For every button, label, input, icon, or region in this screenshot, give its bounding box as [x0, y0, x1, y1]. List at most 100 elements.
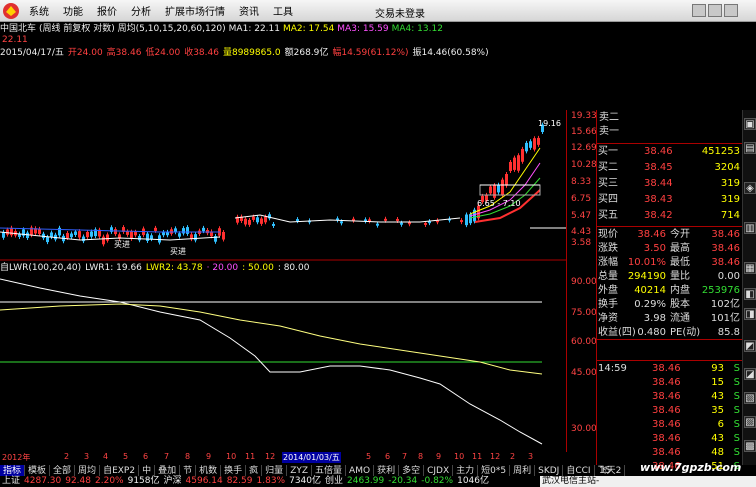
trade-row: 38.46 6 S — [652, 419, 740, 430]
bid-row[interactable]: 买二 38.45 3204 — [596, 161, 742, 175]
cy-amount: 1046亿 — [457, 476, 489, 486]
toolbar-icon[interactable]: ▥ — [744, 222, 756, 234]
lwr-80: : 80.00 — [277, 263, 310, 273]
trade-row: 38.46 15 S — [652, 377, 740, 388]
quote-row: 涨跌 3.50 最高 38.46 — [598, 243, 740, 254]
ma4-value: MA4: 13.12 — [391, 24, 443, 34]
x-tick: 11 — [245, 452, 256, 461]
price-tick: 10.28 — [571, 160, 597, 170]
price-axis: 19.33 15.66 12.69 10.28 8.33 6.75 5.47 4… — [566, 110, 597, 452]
box-label: 6.65 - 7.10 — [477, 199, 521, 208]
toolbar-icon[interactable]: ◩ — [744, 340, 756, 352]
login-status[interactable]: 交易未登录 — [375, 5, 425, 20]
toolbar-icon[interactable]: ◪ — [744, 368, 756, 380]
lwr-tick: 90.00 — [571, 277, 597, 287]
sh-value: 4287.30 — [24, 476, 62, 486]
menu-system[interactable]: 系统 — [22, 3, 56, 18]
toolbar-icon[interactable]: ◨ — [744, 308, 756, 320]
x-tick: 11 — [472, 452, 483, 461]
menu-function[interactable]: 功能 — [56, 3, 90, 18]
close-button[interactable] — [724, 4, 738, 17]
lwr-header: 自LWR(100,20,40) LWR1: 19.66 LWR2: 43.78 … — [0, 262, 309, 275]
toolbar-icon[interactable]: ◧ — [744, 288, 756, 300]
menu-quote[interactable]: 报价 — [90, 3, 124, 18]
bid-row[interactable]: 买一 38.46 451253 — [596, 145, 742, 159]
trade-row: 38.46 48 S — [652, 447, 740, 458]
chart-params[interactable]: (周线 前复权 对数) 周均(5,10,15,20,60,120) — [39, 23, 226, 36]
time-axis: 2012年 2 3 4 5 6 7 8 9 10 11 12 2014/01/0… — [0, 451, 566, 465]
bar-close: 收38.46 — [184, 48, 219, 58]
toolbar-icon[interactable]: ▦ — [744, 262, 756, 274]
sh-change: 92.48 — [65, 476, 91, 486]
bid-row[interactable]: 买三 38.44 319 — [596, 177, 742, 191]
ask-row[interactable]: 卖二 — [597, 111, 743, 125]
lwr-tick: 60.00 — [571, 337, 597, 347]
bar-info: 2015/04/17/五 开24.00 高38.46 低24.00 收38.46… — [0, 47, 600, 60]
x-tick: 8 — [418, 452, 424, 461]
index-ticker: 上证 4287.30 92.48 2.20% 9158亿 沪深 4596.14 … — [0, 476, 540, 487]
price-tick: 15.66 — [571, 127, 597, 137]
lwr2-value: LWR2: 43.78 — [145, 263, 203, 273]
lwr1-value: LWR1: 19.66 — [85, 263, 142, 273]
minimize-button[interactable] — [692, 4, 706, 17]
bar-volume: 量8989865.0 — [222, 48, 281, 58]
bar-amount: 额268.9亿 — [284, 48, 329, 58]
x-tick: 6 — [143, 452, 149, 461]
price-tick: 6.75 — [571, 194, 592, 204]
x-tick: 7 — [402, 452, 408, 461]
lwr-title[interactable]: 自LWR(100,20,40) — [0, 262, 81, 275]
buy-signal-1: 买进 — [114, 240, 130, 249]
toolbar-icon[interactable]: ▩ — [744, 440, 756, 452]
lwr-tick: 75.00 — [571, 308, 597, 318]
quote-row: 收益(四) 0.480 PE(动) 85.8 — [598, 327, 740, 338]
price-tick: 4.43 — [571, 227, 592, 237]
bar-high: 高38.46 — [106, 48, 142, 58]
bid-row[interactable]: 买四 38.43 319 — [596, 193, 742, 207]
lwr-50: : 50.00 — [242, 263, 274, 273]
trade-row: 38.46 43 S — [652, 433, 740, 444]
divider — [596, 143, 742, 144]
lwr-20: · 20.00 — [206, 263, 239, 273]
price-tick: 19.33 — [571, 111, 597, 121]
menu-info[interactable]: 资讯 — [232, 3, 266, 18]
quote-row: 换手 0.29% 股本 102亿 — [598, 299, 740, 310]
divider — [596, 360, 742, 361]
toolbar-icon[interactable]: ▧ — [744, 392, 756, 404]
x-tick: 2 — [64, 452, 70, 461]
menu-extended-market[interactable]: 扩展市场行情 — [158, 3, 232, 18]
x-tick: 9 — [206, 452, 212, 461]
bar-range: 振14.46(60.58%) — [412, 48, 489, 58]
x-tick: 9 — [436, 452, 442, 461]
ask-row[interactable]: 卖一 — [597, 125, 743, 139]
price-tick: 3.58 — [571, 238, 592, 248]
high-label: 19.16 — [538, 119, 561, 128]
toolbar-icon[interactable]: ◈ — [744, 182, 756, 194]
toolbar-icon[interactable]: ▤ — [744, 142, 756, 154]
hs-label: 沪深 — [163, 476, 182, 486]
cy-pct: -0.82% — [421, 476, 454, 486]
kline-chart[interactable]: 19.16 6.65 - 7.10 买进 买进 周线 — [0, 60, 566, 452]
bid-row[interactable]: 买五 38.42 714 — [596, 209, 742, 223]
quote-row: 现价 38.46 今开 38.46 — [598, 229, 740, 240]
hs-change: 82.59 — [226, 476, 253, 486]
server-status[interactable]: 武汉电信主站- — [540, 476, 756, 487]
lwr-tick: 45.00 — [571, 368, 597, 378]
bar-open: 开24.00 — [67, 48, 103, 58]
x-tick: 10 — [226, 452, 237, 461]
menu-analysis[interactable]: 分析 — [124, 3, 158, 18]
x-tick: 4 — [103, 452, 109, 461]
buy-signal-2: 买进 — [170, 247, 186, 256]
x-tick: 8 — [185, 452, 191, 461]
ma3-value: MA3: 15.59 — [337, 24, 389, 34]
toolbar-icon[interactable]: ▨ — [744, 416, 756, 428]
watermark: www.7gpzb.com — [640, 461, 742, 474]
x-tick-cursor: 2014/01/03/五 — [282, 452, 341, 463]
sh-amount: 9158亿 — [127, 476, 160, 486]
maximize-button[interactable] — [708, 4, 722, 17]
trade-row: 38.46 35 S — [652, 405, 740, 416]
bar-date: 2015/04/17/五 — [0, 48, 64, 58]
hs-amount: 7340亿 — [289, 476, 321, 486]
toolbar-icon[interactable]: ▣ — [744, 118, 756, 130]
quote-row: 涨幅 10.01% 最低 38.46 — [598, 257, 740, 268]
menu-tools[interactable]: 工具 — [266, 3, 300, 18]
